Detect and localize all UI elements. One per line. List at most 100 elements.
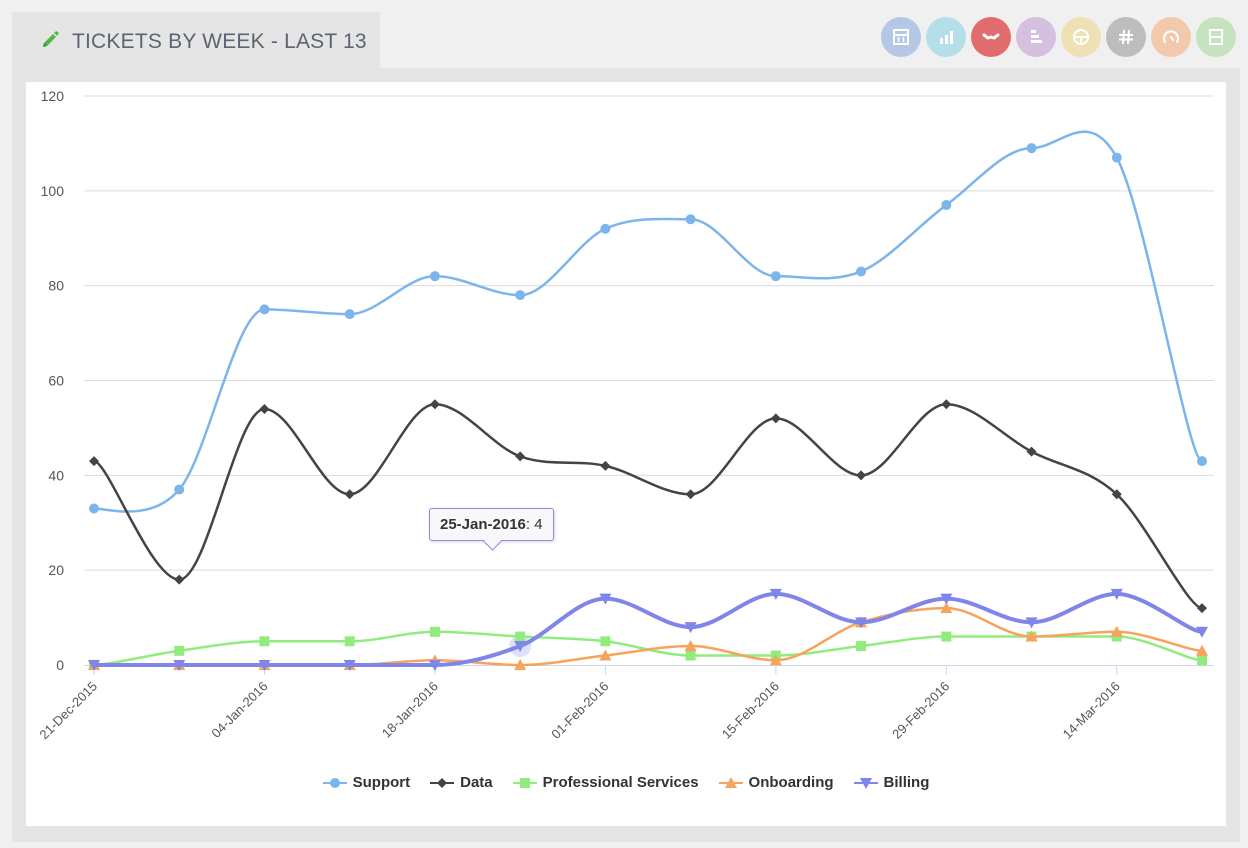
y-tick-label: 120 [41, 88, 65, 104]
data-point[interactable] [344, 489, 355, 500]
legend-marker [329, 777, 340, 788]
chart-area: 0 20 40 60 80 100 120 21-Dec-2015 04-Jan-2016 18… [26, 82, 1226, 826]
widget-title-tab: TICKETS BY WEEK - LAST 13 [14, 13, 380, 69]
legend-item[interactable]: Data [430, 774, 493, 791]
data-point[interactable] [1026, 143, 1037, 154]
tooltip-value: 4 [534, 516, 543, 533]
y-tick-label: 40 [48, 467, 64, 483]
y-tick-label: 0 [56, 657, 64, 673]
tooltip: 25-Jan-2016: 4 [429, 508, 554, 541]
pie-chart-icon [1073, 29, 1089, 45]
legend-item[interactable]: Onboarding [718, 774, 834, 791]
series-group [88, 130, 1208, 671]
data-point[interactable] [259, 403, 270, 414]
data-point[interactable] [856, 266, 867, 277]
legend-label: Support [352, 774, 411, 791]
x-tick-label: 18-Jan-2016 [379, 679, 441, 741]
data-point[interactable] [941, 631, 952, 642]
series-billing [88, 588, 1208, 671]
data-point[interactable] [429, 271, 440, 282]
data-point[interactable] [344, 636, 355, 647]
data-point[interactable] [770, 271, 781, 282]
data-point[interactable] [856, 470, 867, 481]
x-axis: 21-Dec-2015 04-Jan-2016 18-Jan-2016 01-Feb-… [36, 665, 1214, 742]
series-line[interactable] [93, 402, 1203, 610]
x-tick-label: 29-Feb-2016 [889, 679, 952, 742]
number-view-button[interactable] [1106, 17, 1146, 57]
data-point[interactable] [344, 309, 355, 320]
legend-item[interactable]: Support [322, 774, 411, 791]
data-point[interactable] [515, 290, 526, 301]
gauge-icon [1163, 30, 1179, 43]
data-point[interactable] [259, 636, 270, 647]
legend-symbol-icon [512, 777, 537, 788]
data-point[interactable] [429, 399, 440, 410]
bar-chart-icon [940, 31, 953, 44]
legend-label: Professional Services [542, 774, 699, 791]
y-tick-label: 80 [48, 278, 64, 294]
horizontal-bar-view-button[interactable] [1016, 17, 1056, 57]
data-point[interactable] [515, 631, 526, 642]
data-point[interactable] [941, 200, 952, 211]
list-view-button[interactable] [1196, 17, 1236, 57]
legend-symbol-icon [853, 777, 878, 789]
legend-marker [519, 777, 530, 788]
data-point[interactable] [1197, 603, 1207, 614]
series-data [89, 399, 1207, 614]
hash-icon [1119, 29, 1133, 45]
x-tick-label: 04-Jan-2016 [208, 679, 270, 741]
data-point[interactable] [941, 399, 952, 410]
data-point[interactable] [174, 574, 185, 585]
data-point[interactable] [174, 484, 185, 495]
data-point[interactable] [515, 451, 526, 462]
data-point[interactable] [1026, 446, 1037, 457]
data-point[interactable] [89, 456, 99, 467]
y-axis: 0 20 40 60 80 100 120 [41, 88, 65, 673]
pencil-icon[interactable] [40, 30, 60, 50]
data-point[interactable] [89, 503, 99, 514]
gridlines [84, 95, 1214, 571]
y-tick-label: 20 [48, 562, 64, 578]
data-point[interactable] [1197, 655, 1207, 666]
data-point[interactable] [174, 645, 185, 656]
bar-view-button[interactable] [926, 17, 966, 57]
data-point[interactable] [685, 214, 696, 225]
table-view-button[interactable] [881, 17, 921, 57]
line-view-button[interactable] [971, 17, 1011, 57]
legend-item[interactable]: Billing [853, 774, 930, 791]
legend-label: Billing [883, 774, 930, 791]
tooltip-separator: : [525, 516, 535, 533]
pie-view-button[interactable] [1061, 17, 1101, 57]
legend-marker [437, 777, 448, 788]
line-chart: 0 20 40 60 80 100 120 21-Dec-2015 04-Jan-2016 18… [36, 88, 1214, 742]
dashboard-widget: TICKETS BY WEEK - LAST 13 0 20 40 60 80 … [12, 12, 1240, 842]
legend-label: Onboarding [748, 774, 834, 791]
data-point[interactable] [856, 641, 867, 652]
horizontal-bar-icon [1031, 30, 1042, 43]
x-tick-label: 15-Feb-2016 [719, 679, 782, 742]
data-point[interactable] [1111, 152, 1122, 163]
data-point[interactable] [600, 223, 611, 234]
legend-symbol-icon [430, 777, 455, 788]
gauge-view-button[interactable] [1151, 17, 1191, 57]
list-icon [1209, 29, 1223, 45]
x-tick-label: 01-Feb-2016 [548, 679, 611, 742]
data-point[interactable] [600, 636, 611, 647]
data-point[interactable] [259, 304, 270, 315]
data-point[interactable] [685, 489, 696, 500]
tooltip-date: 25-Jan-2016 [440, 516, 526, 533]
line-chart-icon [982, 33, 1000, 40]
legend-label: Data [460, 774, 493, 791]
data-point[interactable] [429, 626, 440, 637]
data-point[interactable] [770, 413, 781, 424]
series-line[interactable] [94, 591, 1203, 668]
legend-symbol-icon [718, 776, 743, 788]
data-point[interactable] [1197, 456, 1207, 467]
data-point[interactable] [685, 650, 696, 661]
y-tick-label: 60 [48, 373, 64, 389]
legend-item[interactable]: Professional Services [512, 774, 699, 791]
legend: Support Data Professional Services Onboardi… [26, 774, 1226, 791]
data-point[interactable] [600, 460, 611, 471]
x-tick-label: 21-Dec-2015 [36, 679, 100, 743]
x-tick-label: 14-Mar-2016 [1060, 679, 1123, 742]
